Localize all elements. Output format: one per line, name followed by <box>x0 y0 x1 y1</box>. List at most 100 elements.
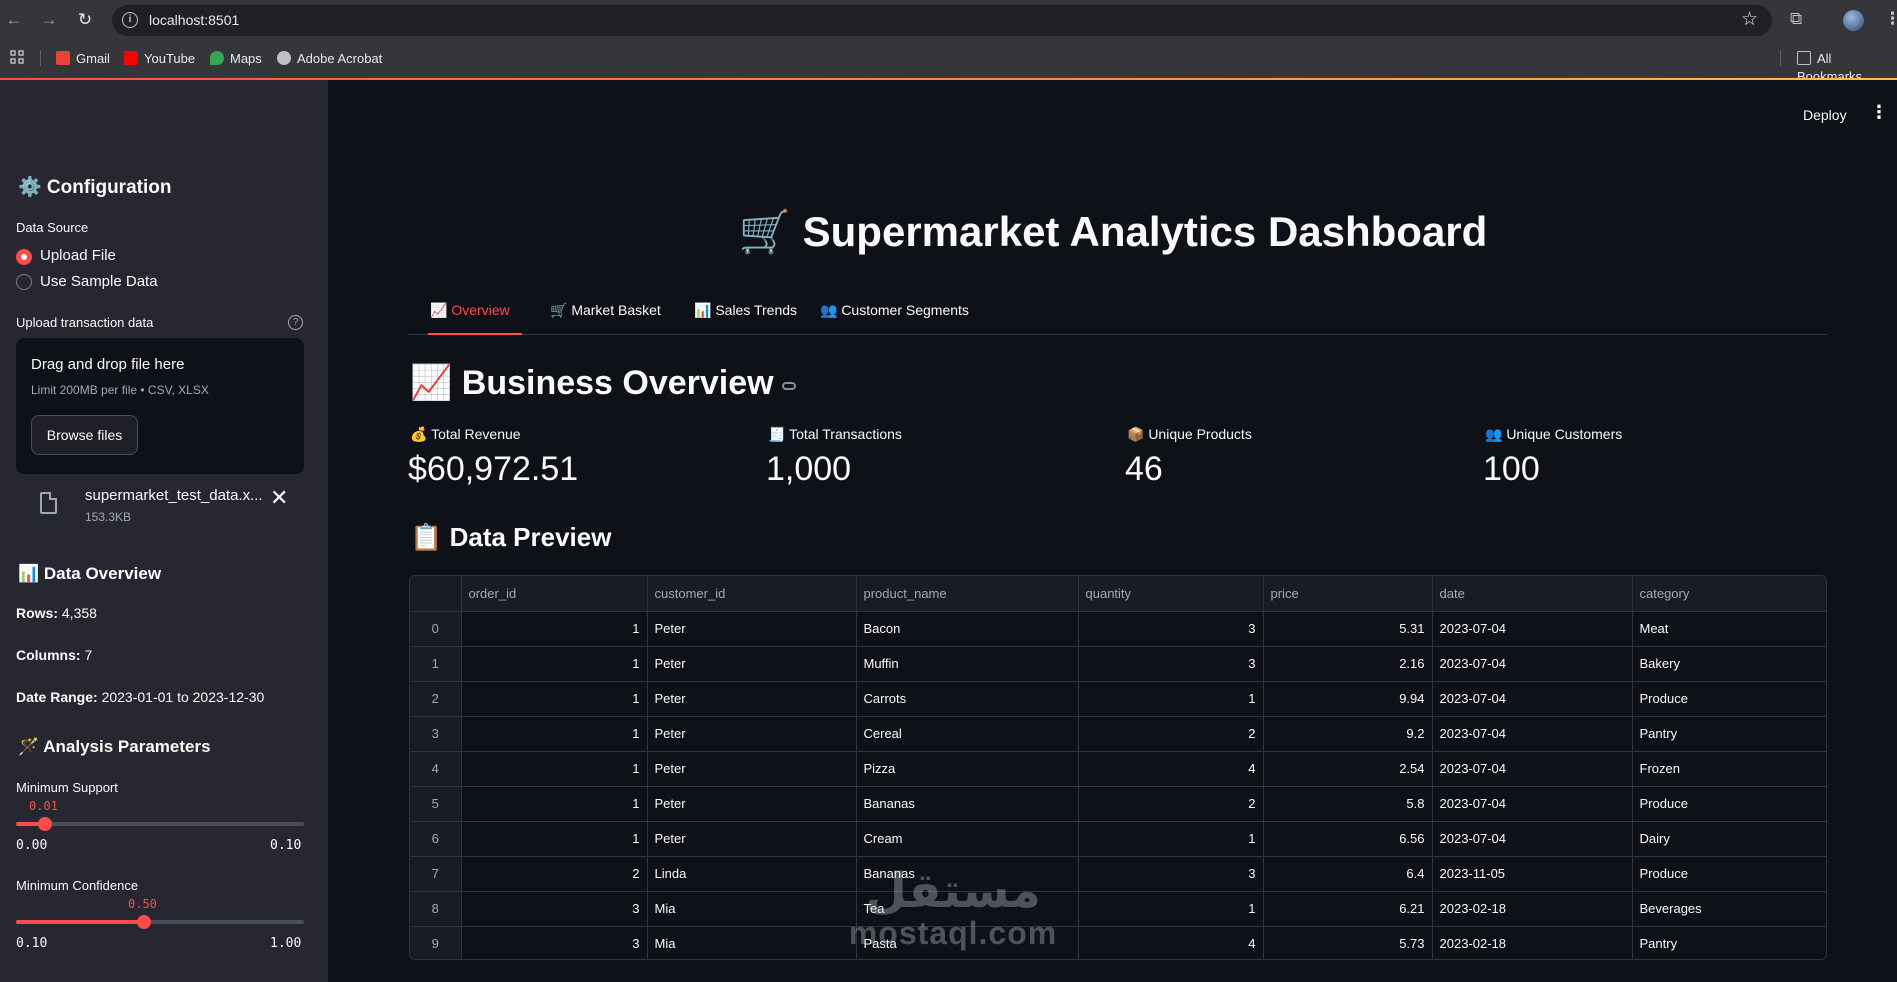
table-cell[interactable]: Frozen <box>1632 751 1826 787</box>
column-header[interactable]: customer_id <box>647 576 857 612</box>
table-cell[interactable]: Peter <box>647 611 857 647</box>
slider-thumb[interactable] <box>137 915 151 929</box>
table-cell[interactable]: Mia <box>647 926 857 959</box>
radio-upload-file[interactable] <box>16 249 32 265</box>
table-cell[interactable]: 9.2 <box>1263 716 1433 752</box>
table-cell[interactable]: 3 <box>461 926 648 959</box>
table-cell[interactable]: 1 <box>461 786 648 822</box>
table-cell[interactable]: 1 <box>1078 821 1264 857</box>
table-cell[interactable]: Pizza <box>856 751 1079 787</box>
table-cell[interactable]: 2023-07-04 <box>1432 786 1633 822</box>
table-cell[interactable]: Produce <box>1632 786 1826 822</box>
table-cell[interactable]: 3 <box>1078 856 1264 892</box>
column-header[interactable]: product_name <box>856 576 1079 612</box>
table-cell[interactable]: 2 <box>461 856 648 892</box>
table-cell[interactable]: 4 <box>1078 751 1264 787</box>
table-cell[interactable]: 3 <box>1078 611 1264 647</box>
profile-avatar[interactable] <box>1843 10 1864 31</box>
table-cell[interactable]: 6.56 <box>1263 821 1433 857</box>
table-row[interactable]: 6 1 Peter Cream 1 6.56 2023-07-04 Dairy <box>410 821 1826 857</box>
column-header[interactable]: order_id <box>461 576 648 612</box>
tab-market-basket[interactable]: 🛒 Market Basket <box>548 299 663 335</box>
table-row[interactable]: 3 1 Peter Cereal 2 9.2 2023-07-04 Pantry <box>410 716 1826 752</box>
table-cell[interactable]: Dairy <box>1632 821 1826 857</box>
remove-file-icon[interactable]: ✕ <box>270 485 288 511</box>
table-cell[interactable]: Cereal <box>856 716 1079 752</box>
table-row[interactable]: 7 2 Linda Bananas 3 6.4 2023-11-05 Produce <box>410 856 1826 892</box>
table-cell[interactable]: Peter <box>647 786 857 822</box>
radio-upload-file-label[interactable]: Upload File <box>40 247 116 264</box>
table-cell[interactable]: Peter <box>647 716 857 752</box>
table-cell[interactable]: Pantry <box>1632 716 1826 752</box>
table-cell[interactable]: 1 <box>461 751 648 787</box>
table-cell[interactable]: Produce <box>1632 856 1826 892</box>
radio-use-sample-data[interactable] <box>16 274 32 290</box>
table-cell[interactable]: Carrots <box>856 681 1079 717</box>
table-cell[interactable]: 2023-02-18 <box>1432 891 1633 927</box>
deploy-button[interactable]: Deploy <box>1803 107 1847 123</box>
table-cell[interactable]: Cream <box>856 821 1079 857</box>
table-cell[interactable]: 1 <box>461 681 648 717</box>
all-bookmarks[interactable]: All Bookmarks <box>1797 50 1897 84</box>
data-preview-table[interactable]: order_id customer_id product_name quantity p… <box>409 575 1827 960</box>
table-cell[interactable]: Linda <box>647 856 857 892</box>
table-cell[interactable]: Pantry <box>1632 926 1826 959</box>
table-cell[interactable]: 2 <box>1078 786 1264 822</box>
table-cell[interactable]: 2 <box>1078 716 1264 752</box>
table-cell[interactable]: 1 <box>461 611 648 647</box>
min-support-slider[interactable] <box>16 817 304 831</box>
table-cell[interactable]: 9.94 <box>1263 681 1433 717</box>
min-confidence-slider[interactable] <box>16 915 304 929</box>
table-cell[interactable]: 1 <box>461 716 648 752</box>
back-icon[interactable]: ← <box>2 8 26 32</box>
index-header[interactable] <box>410 576 462 612</box>
table-cell[interactable]: 1 <box>1078 891 1264 927</box>
table-cell[interactable]: 6.4 <box>1263 856 1433 892</box>
table-row[interactable]: 4 1 Peter Pizza 4 2.54 2023-07-04 Frozen <box>410 751 1826 787</box>
table-row[interactable]: 8 3 Mia Tea 1 6.21 2023-02-18 Beverages <box>410 891 1826 927</box>
tab-overview[interactable]: 📈 Overview <box>428 299 522 335</box>
table-cell[interactable]: 2023-07-04 <box>1432 681 1633 717</box>
table-cell[interactable]: 1 <box>461 821 648 857</box>
table-cell[interactable]: Mia <box>647 891 857 927</box>
table-cell[interactable]: Bananas <box>856 786 1079 822</box>
table-cell[interactable]: 2023-07-04 <box>1432 646 1633 682</box>
table-row[interactable]: 5 1 Peter Bananas 2 5.8 2023-07-04 Produce <box>410 786 1826 822</box>
table-cell[interactable]: 1 <box>461 646 648 682</box>
table-row[interactable]: 2 1 Peter Carrots 1 9.94 2023-07-04 Produce <box>410 681 1826 717</box>
table-cell[interactable]: Meat <box>1632 611 1826 647</box>
browse-files-button[interactable]: Browse files <box>31 415 138 455</box>
table-cell[interactable]: 2023-07-04 <box>1432 716 1633 752</box>
table-cell[interactable]: Peter <box>647 751 857 787</box>
table-row[interactable]: 9 3 Mia Pasta 4 5.73 2023-02-18 Pantry <box>410 926 1826 959</box>
bookmark-gmail[interactable]: Gmail <box>56 50 110 68</box>
table-cell[interactable]: 1 <box>1078 681 1264 717</box>
bookmark-maps[interactable]: Maps <box>210 50 262 68</box>
table-cell[interactable]: 3 <box>461 891 648 927</box>
apps-grid-icon[interactable] <box>10 50 26 68</box>
table-cell[interactable]: Peter <box>647 646 857 682</box>
forward-icon[interactable]: → <box>37 8 61 32</box>
table-cell[interactable]: Produce <box>1632 681 1826 717</box>
site-info-icon[interactable]: i <box>122 12 138 28</box>
bookmark-adobe-acrobat[interactable]: Adobe Acrobat <box>277 50 382 68</box>
slider-thumb[interactable] <box>38 817 52 831</box>
column-header[interactable]: category <box>1632 576 1826 612</box>
table-cell[interactable]: 2.16 <box>1263 646 1433 682</box>
column-header[interactable]: date <box>1432 576 1633 612</box>
table-cell[interactable]: 6.21 <box>1263 891 1433 927</box>
table-cell[interactable]: 5.73 <box>1263 926 1433 959</box>
table-cell[interactable]: 2023-02-18 <box>1432 926 1633 959</box>
extensions-icon[interactable]: ⧉ <box>1790 9 1802 29</box>
tab-customer-segments[interactable]: 👥 Customer Segments <box>818 299 971 335</box>
table-cell[interactable]: 2023-07-04 <box>1432 611 1633 647</box>
table-cell[interactable]: Muffin <box>856 646 1079 682</box>
table-cell[interactable]: 2023-07-04 <box>1432 751 1633 787</box>
help-icon[interactable]: ? <box>288 315 303 330</box>
radio-use-sample-data-label[interactable]: Use Sample Data <box>40 273 158 290</box>
table-cell[interactable]: Bakery <box>1632 646 1826 682</box>
anchor-link-icon[interactable] <box>781 382 796 390</box>
file-dropzone[interactable]: Drag and drop file here Limit 200MB per … <box>16 338 304 474</box>
column-header[interactable]: price <box>1263 576 1433 612</box>
table-cell[interactable]: Peter <box>647 821 857 857</box>
